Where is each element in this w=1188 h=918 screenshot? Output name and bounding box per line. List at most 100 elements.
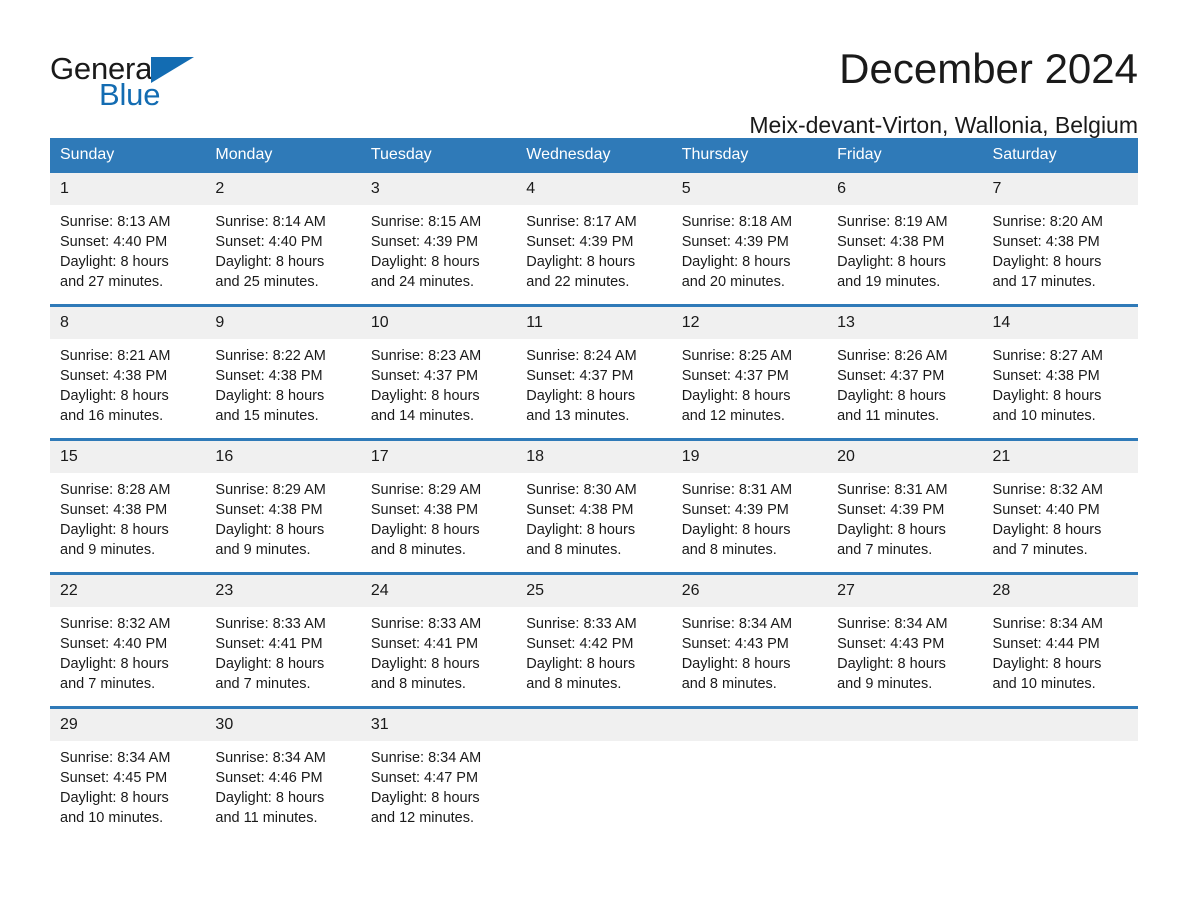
day-cell[interactable]: 8 Sunrise: 8:21 AM Sunset: 4:38 PM Daylight… [50, 307, 206, 438]
calendar-page: General Blue December 2024 Meix-devant-V… [0, 0, 1188, 918]
sunset-text: Sunset: 4:40 PM [60, 636, 168, 652]
day-cell[interactable]: 10 Sunrise: 8:23 AM Sunset: 4:37 PM Dayligh… [360, 307, 517, 438]
sunset-text: Sunset: 4:39 PM [526, 234, 634, 250]
sunrise-text: Sunrise: 8:34 AM [992, 616, 1103, 632]
day-cell[interactable]: 19 Sunrise: 8:31 AM Sunset: 4:39 PM Dayligh… [671, 441, 828, 572]
day-details: Sunrise: 8:29 AM Sunset: 4:38 PM Daylight:… [361, 473, 516, 560]
day-cell[interactable]: 9 Sunrise: 8:22 AM Sunset: 4:38 PM Daylight… [205, 307, 361, 438]
daylight-text-line2: and 9 minutes. [837, 676, 933, 692]
day-cell[interactable]: 25 Sunrise: 8:33 AM Sunset: 4:42 PM Dayligh… [516, 575, 672, 706]
sunrise-text: Sunrise: 8:31 AM [681, 482, 793, 498]
daylight-text-line2: and 8 minutes. [370, 676, 466, 692]
daylight-text-line2: and 25 minutes. [215, 274, 319, 290]
day-cell[interactable]: 17 Sunrise: 8:29 AM Sunset: 4:38 PM Dayligh… [360, 441, 517, 572]
sunrise-text: Sunrise: 8:34 AM [681, 616, 793, 632]
general-blue-logo[interactable]: General Blue [50, 44, 210, 114]
daylight-text-line1: Daylight: 8 hours [837, 522, 946, 538]
day-number: 25 [516, 575, 672, 607]
day-number: 18 [516, 441, 672, 473]
day-number: 3 [360, 173, 517, 205]
day-details: Sunrise: 8:34 AM Sunset: 4:45 PM Daylight:… [50, 741, 205, 828]
sunset-text: Sunset: 4:38 PM [60, 502, 168, 518]
day-cell[interactable]: 31 Sunrise: 8:34 AM Sunset: 4:47 PM Dayligh… [360, 709, 517, 840]
day-cell[interactable]: 7 Sunrise: 8:20 AM Sunset: 4:38 PM Daylight… [982, 173, 1138, 304]
day-cell[interactable]: 20 Sunrise: 8:31 AM Sunset: 4:39 PM Dayligh… [827, 441, 983, 572]
day-cell[interactable]: 24 Sunrise: 8:33 AM Sunset: 4:41 PM Dayligh… [360, 575, 517, 706]
sunset-text: Sunset: 4:40 PM [992, 502, 1100, 518]
page-header: General Blue December 2024 Meix-devant-V… [50, 0, 1138, 138]
day-details: Sunrise: 8:15 AM Sunset: 4:39 PM Daylight:… [361, 205, 516, 292]
day-cell[interactable]: 30 Sunrise: 8:34 AM Sunset: 4:46 PM Dayligh… [205, 709, 361, 840]
sunset-text: Sunset: 4:37 PM [526, 368, 634, 384]
sunrise-text: Sunrise: 8:13 AM [60, 214, 171, 230]
sunrise-text: Sunrise: 8:25 AM [681, 348, 793, 364]
daylight-text-line2: and 7 minutes. [992, 542, 1088, 558]
sunrise-text: Sunrise: 8:33 AM [526, 616, 637, 632]
calendar-cell: 26 Sunrise: 8:34 AM Sunset: 4:43 PM Dayligh… [671, 572, 828, 708]
daylight-text-line1: Daylight: 8 hours [992, 656, 1102, 672]
day-details: Sunrise: 8:27 AM Sunset: 4:38 PM Daylight:… [983, 339, 1138, 426]
day-cell[interactable]: 22 Sunrise: 8:32 AM Sunset: 4:40 PM Dayligh… [50, 575, 206, 706]
daylight-text-line1: Daylight: 8 hours [526, 388, 636, 404]
weekday-header-tuesday: Tuesday [360, 138, 517, 173]
sunrise-text: Sunrise: 8:32 AM [992, 482, 1103, 498]
day-cell[interactable]: 21 Sunrise: 8:32 AM Sunset: 4:40 PM Dayligh… [982, 441, 1138, 572]
daylight-text-line1: Daylight: 8 hours [215, 254, 325, 270]
sunrise-text: Sunrise: 8:27 AM [992, 348, 1103, 364]
day-cell[interactable]: 27 Sunrise: 8:34 AM Sunset: 4:43 PM Dayligh… [827, 575, 983, 706]
daylight-text-line1: Daylight: 8 hours [681, 388, 791, 404]
daylight-text-line1: Daylight: 8 hours [60, 790, 169, 806]
sunset-text: Sunset: 4:39 PM [681, 234, 789, 250]
weekday-header-sunday: Sunday [50, 138, 206, 173]
day-details: Sunrise: 8:20 AM Sunset: 4:38 PM Daylight:… [983, 205, 1138, 292]
sunset-text: Sunset: 4:41 PM [215, 636, 323, 652]
sunrise-text: Sunrise: 8:33 AM [215, 616, 326, 632]
day-cell[interactable]: 18 Sunrise: 8:30 AM Sunset: 4:38 PM Dayligh… [516, 441, 672, 572]
page-subtitle: Meix-devant-Virton, Wallonia, Belgium [749, 112, 1138, 138]
daylight-text-line2: and 11 minutes. [215, 810, 318, 826]
sunrise-text: Sunrise: 8:34 AM [60, 750, 171, 766]
day-cell-empty [827, 709, 983, 840]
day-cell[interactable]: 29 Sunrise: 8:34 AM Sunset: 4:45 PM Dayligh… [50, 709, 206, 840]
day-cell[interactable]: 1 Sunrise: 8:13 AM Sunset: 4:40 PM Daylight… [50, 173, 206, 304]
daylight-text-line1: Daylight: 8 hours [992, 388, 1102, 404]
sunset-text: Sunset: 4:39 PM [837, 502, 945, 518]
day-number: 27 [827, 575, 983, 607]
calendar-cell: 17 Sunrise: 8:29 AM Sunset: 4:38 PM Dayligh… [360, 438, 517, 574]
day-cell[interactable]: 23 Sunrise: 8:33 AM Sunset: 4:41 PM Dayligh… [205, 575, 361, 706]
daylight-text-line2: and 14 minutes. [370, 408, 475, 424]
day-cell[interactable]: 5 Sunrise: 8:18 AM Sunset: 4:39 PM Daylight… [671, 173, 828, 304]
calendar-cell: 13 Sunrise: 8:26 AM Sunset: 4:37 PM Dayligh… [827, 304, 983, 440]
day-cell[interactable]: 16 Sunrise: 8:29 AM Sunset: 4:38 PM Dayligh… [205, 441, 361, 572]
day-cell[interactable]: 13 Sunrise: 8:26 AM Sunset: 4:37 PM Dayligh… [827, 307, 983, 438]
day-cell[interactable]: 6 Sunrise: 8:19 AM Sunset: 4:38 PM Daylight… [827, 173, 983, 304]
daylight-text-line2: and 7 minutes. [215, 676, 311, 692]
day-details: Sunrise: 8:33 AM Sunset: 4:41 PM Daylight:… [361, 607, 516, 694]
sunset-text: Sunset: 4:47 PM [370, 770, 479, 786]
day-details: Sunrise: 8:32 AM Sunset: 4:40 PM Daylight:… [983, 473, 1138, 560]
daylight-text-line2: and 8 minutes. [370, 542, 466, 558]
day-details: Sunrise: 8:25 AM Sunset: 4:37 PM Daylight:… [672, 339, 827, 426]
day-cell[interactable]: 28 Sunrise: 8:34 AM Sunset: 4:44 PM Dayligh… [982, 575, 1138, 706]
day-cell[interactable]: 26 Sunrise: 8:34 AM Sunset: 4:43 PM Dayligh… [671, 575, 828, 706]
sunrise-text: Sunrise: 8:29 AM [215, 482, 326, 498]
weekday-header-wednesday: Wednesday [516, 138, 672, 173]
daylight-text-line1: Daylight: 8 hours [215, 656, 325, 672]
sunset-text: Sunset: 4:42 PM [526, 636, 634, 652]
daylight-text-line1: Daylight: 8 hours [370, 254, 480, 270]
daylight-text-line2: and 8 minutes. [681, 542, 777, 558]
day-cell[interactable]: 3 Sunrise: 8:15 AM Sunset: 4:39 PM Daylight… [360, 173, 517, 304]
day-cell[interactable]: 14 Sunrise: 8:27 AM Sunset: 4:38 PM Dayligh… [982, 307, 1138, 438]
day-cell[interactable]: 2 Sunrise: 8:14 AM Sunset: 4:40 PM Daylight… [205, 173, 361, 304]
calendar-cell: 11 Sunrise: 8:24 AM Sunset: 4:37 PM Dayligh… [516, 304, 672, 440]
day-details [672, 741, 827, 748]
daylight-text-line1: Daylight: 8 hours [681, 254, 791, 270]
daylight-text-line2: and 9 minutes. [60, 542, 156, 558]
day-cell[interactable]: 15 Sunrise: 8:28 AM Sunset: 4:38 PM Dayligh… [50, 441, 206, 572]
day-cell[interactable]: 11 Sunrise: 8:24 AM Sunset: 4:37 PM Dayligh… [516, 307, 672, 438]
daylight-text-line2: and 19 minutes. [837, 274, 941, 290]
day-cell[interactable]: 4 Sunrise: 8:17 AM Sunset: 4:39 PM Daylight… [516, 173, 672, 304]
sunrise-text: Sunrise: 8:28 AM [60, 482, 171, 498]
calendar-cell: 1 Sunrise: 8:13 AM Sunset: 4:40 PM Daylight… [50, 173, 206, 306]
day-cell[interactable]: 12 Sunrise: 8:25 AM Sunset: 4:37 PM Dayligh… [671, 307, 828, 438]
